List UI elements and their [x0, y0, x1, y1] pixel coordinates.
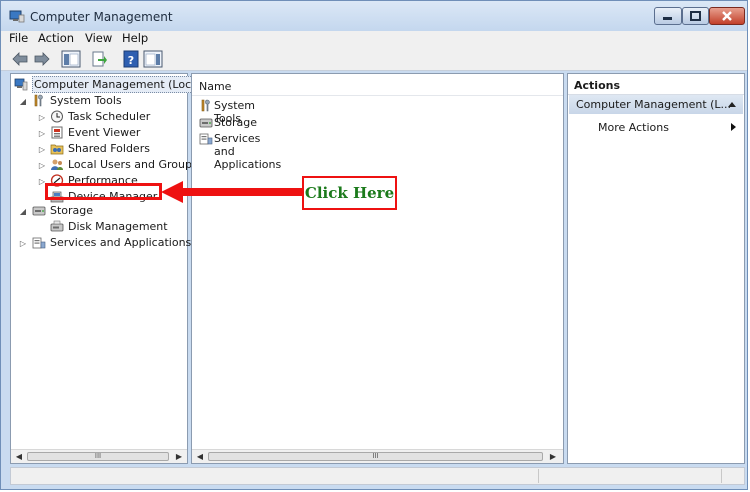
expand-arrow-icon[interactable]: ▷	[38, 129, 46, 138]
tree-horizontal-scrollbar[interactable]: ◀ III ▶	[11, 449, 187, 463]
services-icon	[199, 133, 213, 145]
scroll-right-icon[interactable]: ▶	[173, 451, 185, 463]
collapse-arrow-icon[interactable]: ◢	[19, 207, 27, 216]
menu-view[interactable]: View	[85, 31, 112, 45]
list-item-label: Services and Applications	[214, 132, 282, 171]
tree-label: Task Scheduler	[68, 110, 151, 123]
expand-arrow-icon[interactable]: ▷	[38, 145, 46, 154]
device-manager-highlight-box	[45, 183, 162, 200]
actions-title: Actions	[574, 79, 620, 92]
window-title: Computer Management	[30, 10, 173, 24]
close-button[interactable]	[709, 7, 745, 25]
submenu-arrow-icon[interactable]	[731, 123, 736, 131]
tree-label: Disk Management	[68, 220, 168, 233]
tree-label: Computer Management (Local	[32, 76, 203, 93]
pointer-arrow-icon	[161, 181, 303, 203]
status-bar	[10, 467, 745, 485]
console-tree-panel: Computer Management (Local ◢ System Tool…	[10, 73, 203, 464]
collapse-up-icon[interactable]	[728, 102, 736, 107]
shared-folder-icon	[50, 144, 64, 155]
scroll-right-icon[interactable]: ▶	[547, 451, 559, 463]
maximize-button[interactable]	[682, 7, 709, 25]
callout-text: Click Here	[304, 184, 395, 202]
tree-label: Local Users and Groups	[68, 158, 198, 171]
scroll-thumb[interactable]: III	[27, 452, 169, 461]
click-here-callout: Click Here	[302, 176, 397, 210]
storage-icon	[199, 118, 213, 128]
event-viewer-icon	[51, 126, 63, 139]
clock-icon	[51, 110, 63, 123]
actions-pane: Actions Computer Management (L... More A…	[567, 73, 745, 464]
actions-section-computer-management[interactable]: Computer Management (L...	[569, 95, 743, 114]
results-horizontal-scrollbar[interactable]: ◀ III ▶	[192, 449, 563, 463]
back-arrow-icon[interactable]	[11, 50, 29, 68]
tools-icon	[34, 94, 43, 107]
menu-bar: File Action View Help	[1, 31, 747, 48]
list-item-label: Storage	[214, 116, 258, 129]
collapse-arrow-icon[interactable]: ◢	[19, 97, 27, 106]
status-divider	[538, 469, 539, 483]
tree-label: Shared Folders	[68, 142, 150, 155]
column-header-label: Name	[199, 80, 232, 93]
expand-arrow-icon[interactable]: ▷	[38, 113, 46, 122]
scroll-left-icon[interactable]: ◀	[13, 451, 25, 463]
scroll-left-icon[interactable]: ◀	[194, 451, 206, 463]
menu-file[interactable]: File	[9, 31, 28, 45]
maximize-icon	[690, 11, 701, 21]
computer-management-icon	[9, 10, 25, 23]
storage-icon	[32, 206, 46, 216]
users-icon	[51, 159, 63, 170]
computer-management-window: Computer Management File Action View Hel…	[0, 0, 748, 490]
export-list-icon[interactable]	[90, 50, 108, 68]
tree-label: Storage	[50, 204, 94, 217]
menu-help[interactable]: Help	[122, 31, 148, 45]
computer-management-icon	[14, 78, 28, 91]
title-bar: Computer Management	[1, 1, 747, 31]
tree-label: Services and Applications	[50, 236, 192, 249]
expand-arrow-icon[interactable]: ▷	[38, 161, 46, 170]
minimize-icon	[663, 17, 672, 20]
more-actions-link[interactable]: More Actions	[598, 121, 669, 134]
toolbar: ?	[1, 48, 747, 71]
show-hide-action-pane-icon[interactable]	[143, 50, 163, 68]
services-icon	[32, 237, 46, 249]
menu-action[interactable]: Action	[38, 31, 74, 45]
tree-label: System Tools	[50, 94, 122, 107]
svg-text:?: ?	[128, 54, 134, 67]
results-pane: Name System Tools Storage Services and A…	[191, 73, 564, 464]
close-icon	[722, 11, 732, 21]
scroll-thumb[interactable]: III	[208, 452, 543, 461]
name-column-header[interactable]: Name	[192, 74, 563, 96]
expand-arrow-icon[interactable]: ▷	[19, 239, 27, 248]
minimize-button[interactable]	[654, 7, 682, 25]
disk-management-icon	[50, 220, 64, 232]
forward-arrow-icon[interactable]	[33, 50, 51, 68]
show-hide-console-tree-icon[interactable]	[61, 50, 81, 68]
actions-header: Actions	[568, 74, 744, 95]
tools-icon	[201, 99, 210, 112]
tree-label: Event Viewer	[68, 126, 141, 139]
actions-section-label: Computer Management (L...	[576, 98, 732, 111]
help-icon[interactable]: ?	[122, 50, 140, 68]
status-divider	[721, 469, 722, 483]
